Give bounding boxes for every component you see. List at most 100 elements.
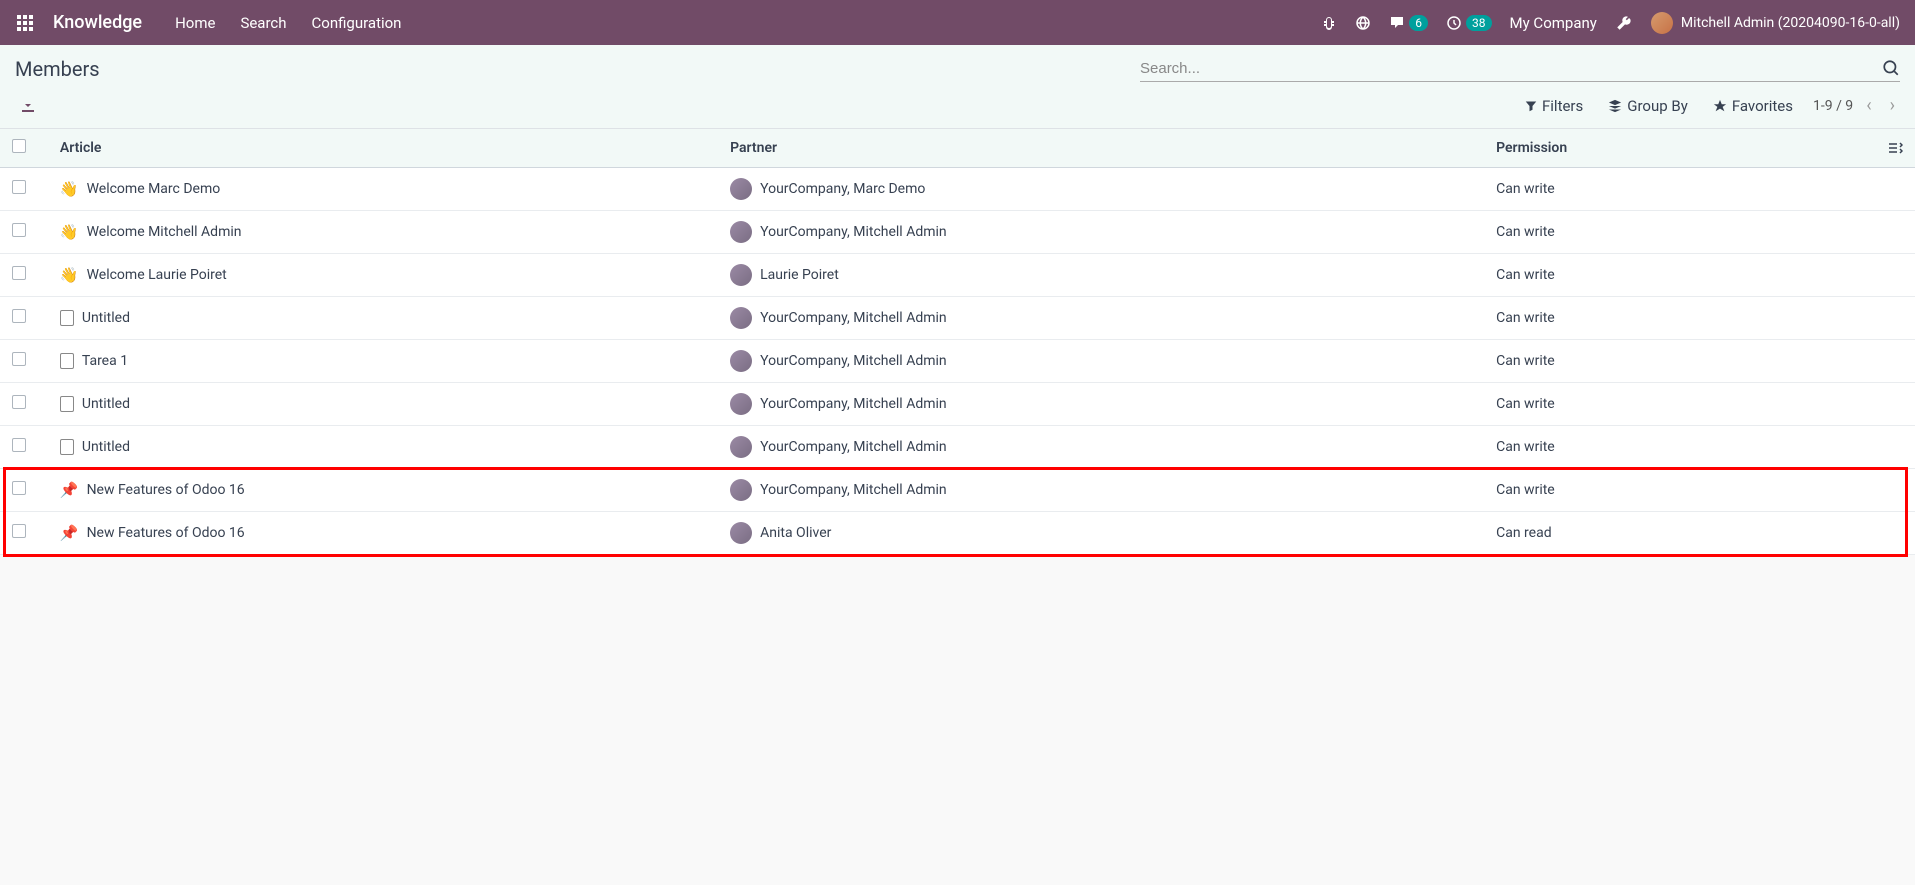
table-row[interactable]: Untitled YourCompany, Mitchell Admin Can w… — [0, 297, 1915, 340]
partner-name: Anita Oliver — [760, 525, 831, 541]
table-row[interactable]: 👋 Welcome Mitchell Admin YourCompany, Mitc… — [0, 211, 1915, 254]
row-checkbox[interactable] — [12, 309, 26, 323]
permission-value: Can write — [1484, 469, 1867, 512]
activities-icon[interactable]: 38 — [1446, 15, 1492, 31]
partner-avatar-icon — [730, 178, 752, 200]
page-title: Members — [15, 57, 100, 81]
article-title: Welcome Mitchell Admin — [87, 224, 242, 240]
article-emoji-icon: 📌 — [60, 524, 79, 542]
permission-value: Can write — [1484, 168, 1867, 211]
user-name: Mitchell Admin (20204090-16-0-all) — [1681, 15, 1900, 31]
document-icon — [60, 353, 74, 369]
user-menu[interactable]: Mitchell Admin (20204090-16-0-all) — [1651, 12, 1900, 34]
table-row[interactable]: 📌 New Features of Odoo 16 YourCompany, Mit… — [0, 469, 1915, 512]
pager-prev-icon[interactable]: ‹ — [1861, 95, 1876, 116]
row-checkbox[interactable] — [12, 352, 26, 366]
search-input[interactable] — [1140, 60, 1882, 77]
pager-value[interactable]: 1-9 / 9 — [1813, 98, 1853, 114]
partner-avatar-icon — [730, 393, 752, 415]
nav-search[interactable]: Search — [240, 14, 286, 32]
export-icon[interactable] — [20, 97, 36, 113]
document-icon — [60, 439, 74, 455]
article-title: Untitled — [82, 439, 130, 455]
permission-value: Can write — [1484, 211, 1867, 254]
column-article[interactable]: Article — [48, 129, 718, 168]
partner-avatar-icon — [730, 307, 752, 329]
activities-badge: 38 — [1466, 15, 1492, 31]
partner-name: YourCompany, Mitchell Admin — [760, 396, 947, 412]
column-permission[interactable]: Permission — [1484, 129, 1867, 168]
row-checkbox[interactable] — [12, 266, 26, 280]
permission-value: Can write — [1484, 297, 1867, 340]
document-icon — [60, 310, 74, 326]
tools-icon[interactable] — [1615, 14, 1633, 32]
filters-button[interactable]: Filters — [1525, 97, 1583, 115]
nav-menu: Home Search Configuration — [175, 14, 401, 32]
company-switcher[interactable]: My Company — [1510, 14, 1597, 32]
list-table: Article Partner Permission 👋 Welcome Marc… — [0, 129, 1915, 555]
partner-name: YourCompany, Mitchell Admin — [760, 353, 947, 369]
partner-name: YourCompany, Mitchell Admin — [760, 310, 947, 326]
row-checkbox[interactable] — [12, 438, 26, 452]
partner-avatar-icon — [730, 436, 752, 458]
filter-group: Filters Group By Favorites — [1525, 97, 1793, 115]
permission-value: Can write — [1484, 340, 1867, 383]
search-icon[interactable] — [1882, 59, 1900, 77]
apps-icon[interactable] — [15, 13, 35, 33]
partner-avatar-icon — [730, 221, 752, 243]
groupby-button[interactable]: Group By — [1608, 97, 1688, 115]
partner-name: YourCompany, Mitchell Admin — [760, 224, 947, 240]
table-row[interactable]: 👋 Welcome Laurie Poiret Laurie Poiret Can w… — [0, 254, 1915, 297]
top-navbar: Knowledge Home Search Configuration 6 38… — [0, 0, 1915, 45]
column-partner[interactable]: Partner — [718, 129, 1484, 168]
article-title: New Features of Odoo 16 — [87, 482, 245, 498]
article-title: Untitled — [82, 310, 130, 326]
permission-value: Can read — [1484, 512, 1867, 555]
app-brand[interactable]: Knowledge — [53, 12, 142, 33]
partner-name: YourCompany, Mitchell Admin — [760, 439, 947, 455]
partner-name: YourCompany, Mitchell Admin — [760, 482, 947, 498]
optional-fields-icon[interactable] — [1887, 140, 1903, 156]
table-row[interactable]: 📌 New Features of Odoo 16 Anita Oliver Can … — [0, 512, 1915, 555]
partner-avatar-icon — [730, 350, 752, 372]
row-checkbox[interactable] — [12, 395, 26, 409]
article-title: New Features of Odoo 16 — [87, 525, 245, 541]
control-panel: Members Filters Group By Favorites — [0, 45, 1915, 129]
search-box[interactable] — [1140, 55, 1900, 82]
row-checkbox[interactable] — [12, 524, 26, 538]
select-all-checkbox[interactable] — [12, 139, 26, 153]
table-row[interactable]: 👋Welcome Marc DemoYourCompany, Marc Demo… — [0, 168, 1915, 211]
partner-avatar-icon — [730, 522, 752, 544]
permission-value: Can write — [1484, 254, 1867, 297]
row-checkbox[interactable] — [12, 223, 26, 237]
row-checkbox[interactable] — [12, 481, 26, 495]
nav-home[interactable]: Home — [175, 14, 215, 32]
article-title: Untitled — [82, 396, 130, 412]
favorites-button[interactable]: Favorites — [1713, 97, 1793, 115]
user-avatar-icon — [1651, 12, 1673, 34]
bug-icon[interactable] — [1321, 15, 1337, 31]
article-title: Welcome Marc Demo — [87, 181, 221, 197]
messages-icon[interactable]: 6 — [1389, 15, 1428, 31]
partner-name: YourCompany, Marc Demo — [760, 181, 925, 197]
partner-avatar-icon — [730, 479, 752, 501]
partner-avatar-icon — [730, 264, 752, 286]
partner-name: Laurie Poiret — [760, 267, 839, 283]
nav-configuration[interactable]: Configuration — [312, 14, 402, 32]
table-header-row: Article Partner Permission — [0, 129, 1915, 168]
support-icon[interactable] — [1355, 15, 1371, 31]
nav-right: 6 38 My Company Mitchell Admin (20204090… — [1321, 12, 1900, 34]
table-row[interactable]: UntitledYourCompany, Mitchell AdminCan w… — [0, 383, 1915, 426]
document-icon — [60, 396, 74, 412]
article-emoji-icon: 👋 — [60, 223, 79, 241]
pager-next-icon[interactable]: › — [1885, 95, 1900, 116]
article-emoji-icon: 📌 — [60, 481, 79, 499]
pager: 1-9 / 9 ‹ › — [1813, 95, 1900, 116]
table-row[interactable]: Untitled YourCompany, Mitchell Admin Can w… — [0, 426, 1915, 469]
messages-badge: 6 — [1409, 15, 1428, 31]
row-checkbox[interactable] — [12, 180, 26, 194]
table-row[interactable]: Tarea 1YourCompany, Mitchell AdminCan wr… — [0, 340, 1915, 383]
article-emoji-icon: 👋 — [60, 266, 79, 284]
permission-value: Can write — [1484, 426, 1867, 469]
article-title: Welcome Laurie Poiret — [87, 267, 227, 283]
